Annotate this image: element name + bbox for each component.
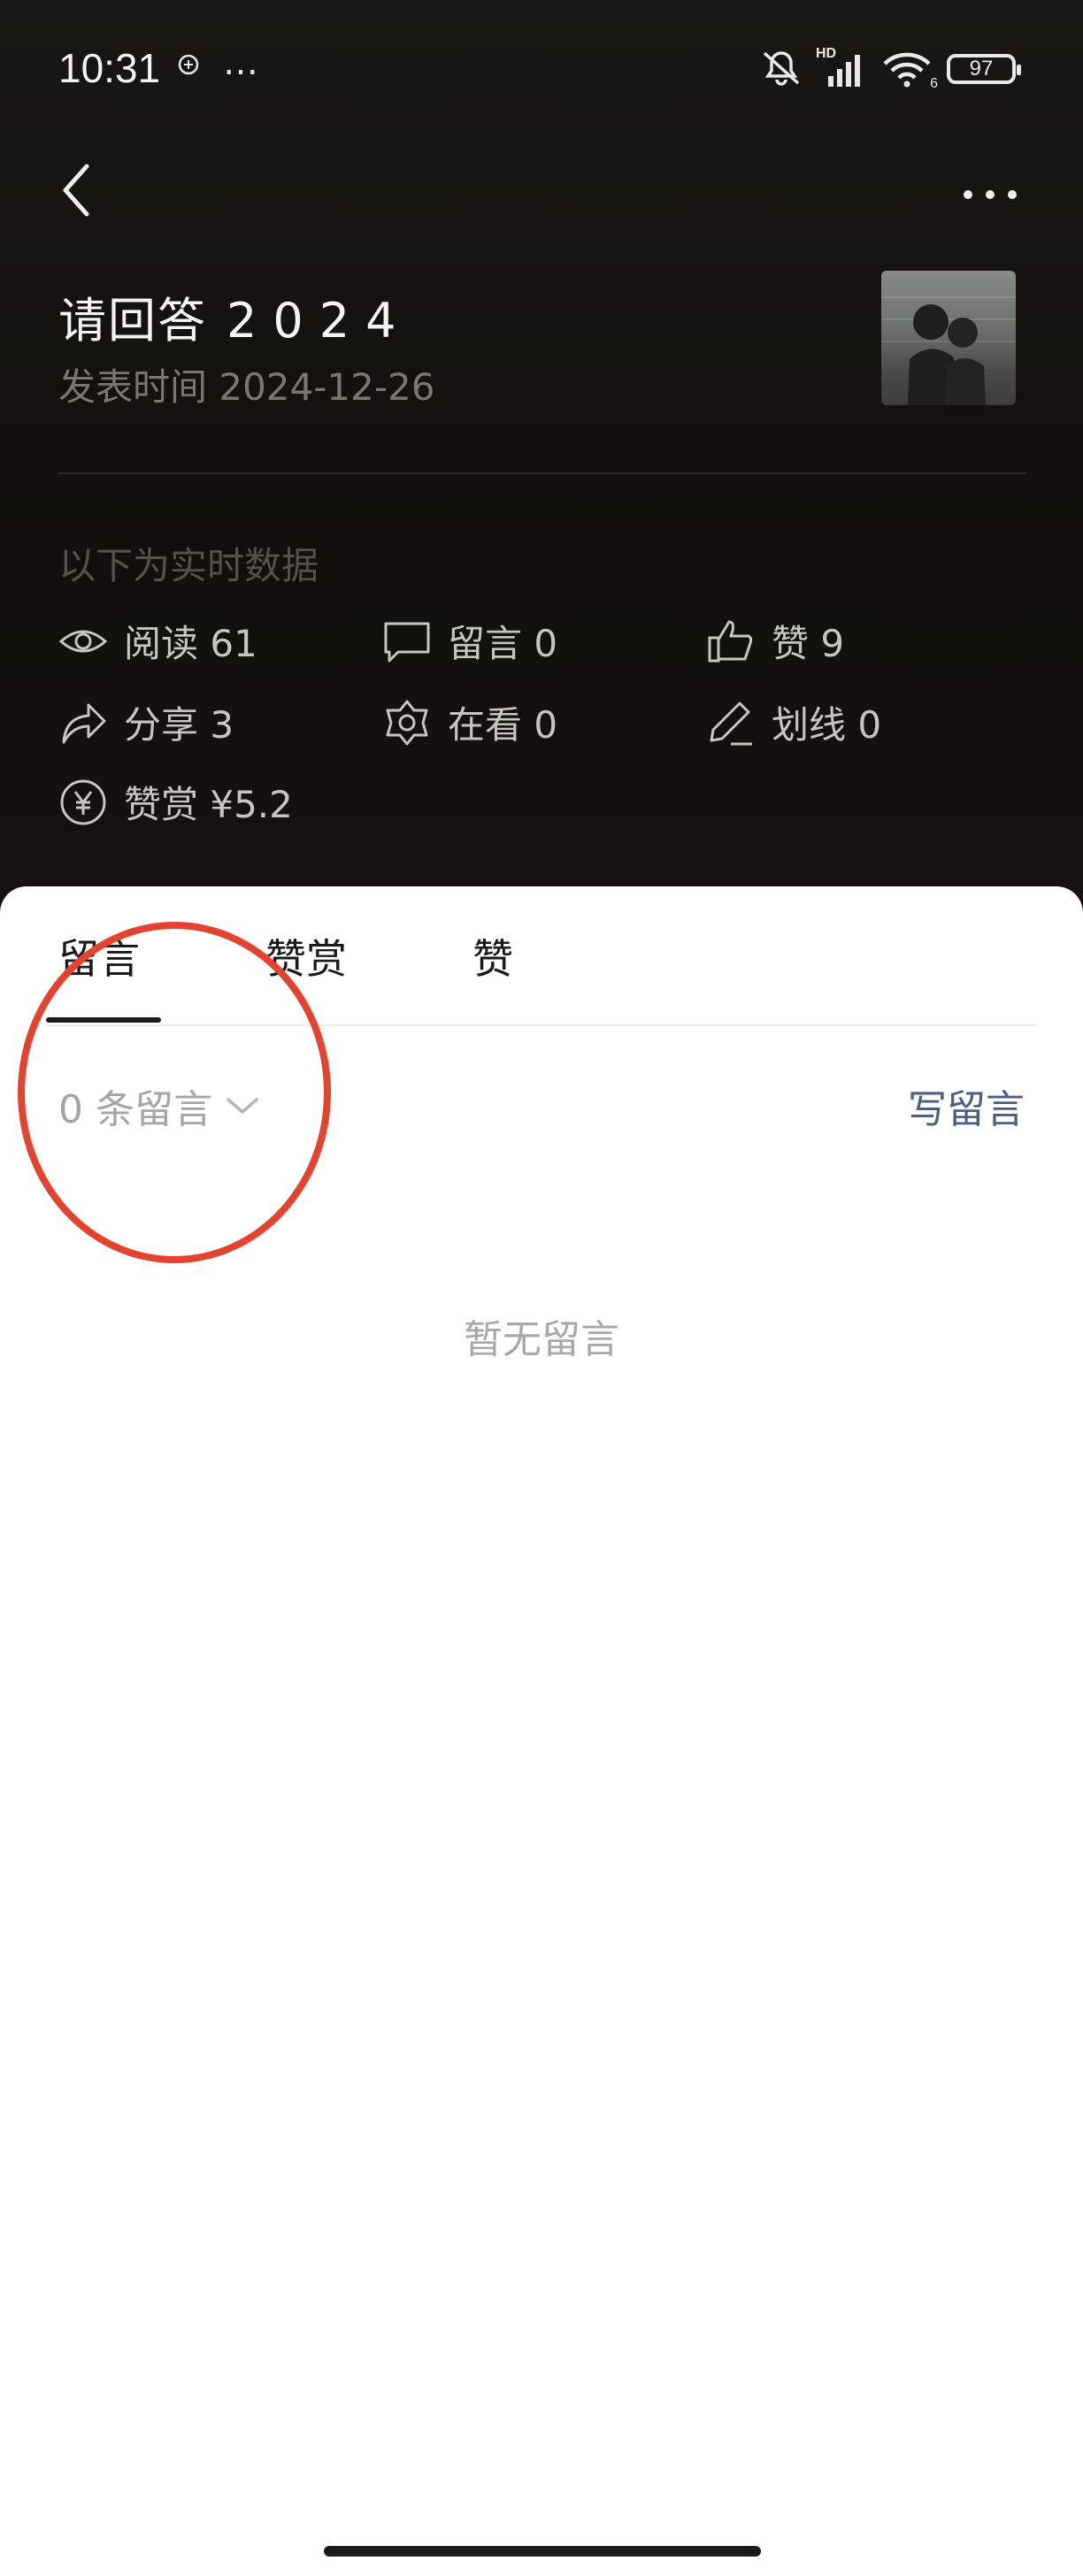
comments-sheet: [0, 886, 1083, 2576]
home-indicator[interactable]: [324, 2546, 761, 2557]
more-horizontal-icon: [964, 190, 1017, 199]
highlight-pen-icon: [706, 698, 756, 748]
stat-watching: 在看 0: [382, 695, 557, 749]
stat-reads-label: 阅读 61: [124, 622, 257, 665]
battery-level: 97: [969, 57, 994, 80]
stat-shares-label: 分享 3: [124, 703, 234, 747]
tab-likes[interactable]: 赞: [472, 927, 513, 985]
stat-likes: 赞 9: [706, 614, 844, 668]
status-time: 10:31: [58, 45, 161, 91]
status-more-icon: …: [223, 42, 260, 83]
tabs-divider: [46, 1024, 1037, 1026]
tab-tips[interactable]: 赞赏: [265, 927, 347, 985]
publish-time: 发表时间 2024-12-26: [58, 365, 435, 409]
watching-icon: [382, 698, 432, 748]
stat-comments-label: 留言 0: [448, 622, 558, 665]
article-thumbnail[interactable]: [881, 271, 1016, 405]
stat-likes-label: 赞 9: [772, 622, 845, 665]
comment-icon: [382, 617, 432, 666]
tab-comments[interactable]: 留言: [58, 927, 140, 985]
stat-shares: 分享 3: [58, 695, 234, 749]
comment-count-label: 0 条留言: [58, 1087, 212, 1132]
yen-coin-icon: [58, 778, 108, 827]
article-title-year: 2024: [227, 293, 412, 349]
more-button[interactable]: [959, 177, 1021, 212]
back-button[interactable]: [51, 159, 104, 221]
wifi-sub-label: 6: [930, 76, 938, 91]
signal-icon: HD: [816, 46, 869, 88]
stat-watching-label: 在看 0: [448, 703, 558, 747]
article-title-text: 请回答: [58, 293, 207, 349]
comment-count-dropdown[interactable]: 0 条留言: [58, 1077, 260, 1134]
realtime-hint: 以下为实时数据: [58, 544, 319, 587]
article-title: 请回答 2024: [58, 281, 411, 351]
active-tab-indicator: [46, 1017, 161, 1023]
write-comment-button[interactable]: 写留言: [908, 1077, 1025, 1134]
mute-icon: [759, 48, 803, 90]
stat-highlights: 划线 0: [706, 695, 881, 749]
share-icon: [58, 698, 108, 748]
stat-highlights-label: 划线 0: [772, 703, 882, 747]
chevron-down-icon: [227, 1098, 258, 1114]
header-divider: [58, 472, 1026, 474]
stat-comments: 留言 0: [382, 614, 557, 668]
wifi-icon: 6: [881, 50, 938, 91]
chevron-left-icon: [63, 164, 89, 217]
thumbs-up-icon: [706, 617, 756, 666]
battery-indicator: 97: [947, 54, 1021, 84]
status-right-group: HD 6 97: [759, 46, 1021, 92]
stat-reads: 阅读 61: [58, 614, 257, 668]
stat-tips: 赞赏 ¥5.2: [58, 775, 293, 829]
silhouette-image: [881, 296, 1016, 405]
eye-icon: [58, 617, 108, 666]
stat-tips-label: 赞赏 ¥5.2: [124, 783, 293, 826]
status-app-icon: [177, 53, 200, 82]
empty-state: 暂无留言: [464, 1317, 619, 1362]
